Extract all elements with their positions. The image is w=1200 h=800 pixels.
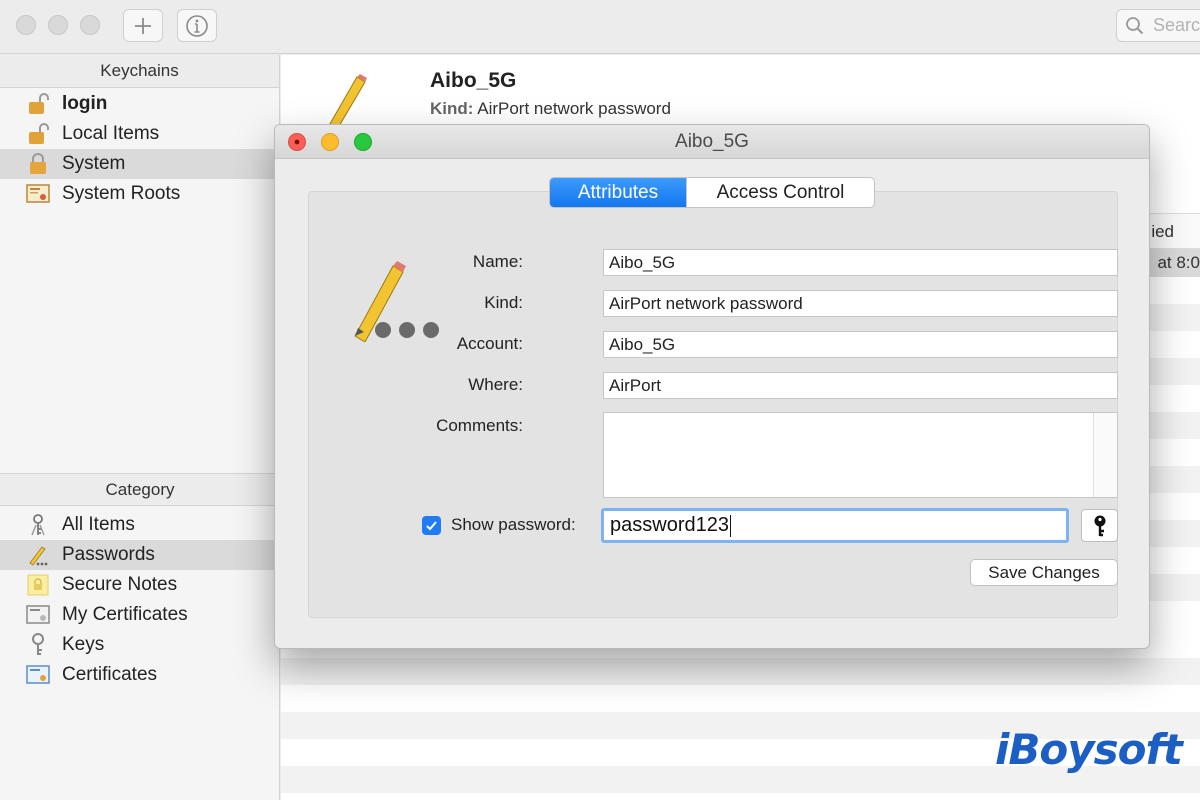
search-field[interactable]: Search [1116, 9, 1200, 42]
sidebar-item-label: Local Items [62, 123, 159, 145]
table-row [281, 658, 1200, 685]
comments-label: Comments: [436, 416, 523, 436]
show-password-checkbox[interactable] [422, 516, 441, 535]
item-kind: Kind: AirPort network password [430, 99, 671, 119]
name-field[interactable]: Aibo_5G [603, 249, 1118, 276]
minimize-window-button[interactable] [48, 15, 68, 35]
key-icon [1091, 514, 1109, 538]
password-assistant-button[interactable] [1081, 509, 1118, 542]
password-text: password123 [610, 514, 729, 536]
sidebar-item-label: System [62, 153, 125, 175]
pencil-icon [349, 252, 445, 342]
where-label: Where: [468, 375, 523, 395]
key-icon [26, 633, 50, 657]
window-toolbar: Search [0, 0, 1200, 54]
account-field[interactable]: Aibo_5G [603, 331, 1118, 358]
info-icon [185, 14, 209, 38]
zoom-window-button[interactable] [80, 15, 100, 35]
sidebar-item-label: System Roots [62, 183, 180, 205]
certificate-icon [26, 182, 50, 206]
sidebar-item-system[interactable]: System [0, 149, 279, 179]
unlocked-padlock-icon [26, 122, 50, 146]
locked-padlock-icon [26, 152, 50, 176]
sidebar-item-label: All Items [62, 514, 135, 536]
search-icon [1125, 16, 1145, 36]
item-title: Aibo_5G [430, 69, 516, 93]
name-label: Name: [473, 252, 523, 272]
password-field[interactable]: password123 [601, 508, 1069, 543]
kind-label: Kind: [484, 293, 523, 313]
checkmark-icon [425, 519, 438, 532]
sidebar-item-certificates[interactable]: Certificates [0, 660, 280, 690]
plus-icon [133, 16, 153, 36]
sidebar-item-login[interactable]: login [0, 89, 279, 119]
info-button[interactable] [177, 9, 217, 42]
show-password-label: Show password: [451, 515, 576, 535]
text-cursor [730, 515, 731, 537]
dialog-titlebar: Aibo_5G [275, 125, 1149, 159]
tab-access-control[interactable]: Access Control [686, 178, 874, 207]
add-item-button[interactable] [123, 9, 163, 42]
category-list: All Items Passwords Secure Notes My Cert… [0, 510, 280, 690]
where-field[interactable]: AirPort [603, 372, 1118, 399]
sidebar-item-my-certificates[interactable]: My Certificates [0, 600, 280, 630]
password-item-icon [349, 252, 445, 347]
sidebar-item-label: Certificates [62, 664, 157, 686]
all-items-icon [26, 513, 50, 537]
attributes-panel: Name: Aibo_5G Kind: AirPort network pass… [308, 191, 1118, 618]
secure-note-icon [26, 573, 50, 597]
sidebar-item-passwords[interactable]: Passwords [0, 540, 280, 570]
sidebar-item-label: login [62, 93, 107, 115]
dialog-title: Aibo_5G [275, 131, 1149, 153]
tab-attributes[interactable]: Attributes [550, 178, 686, 207]
category-header: Category [0, 473, 280, 506]
date-cell: at 8:0 [1157, 253, 1200, 273]
sidebar-item-label: My Certificates [62, 604, 188, 626]
dialog-tabs: Attributes Access Control [549, 177, 875, 208]
sidebar: Keychains login Local Items System Syste… [0, 55, 280, 800]
search-placeholder: Search [1153, 15, 1200, 36]
certificate-icon [26, 603, 50, 627]
account-label: Account: [457, 334, 523, 354]
item-info-dialog: Aibo_5G Attributes Access Control Name: … [274, 124, 1150, 649]
certificate-icon [26, 663, 50, 687]
comments-field[interactable] [603, 412, 1118, 498]
sidebar-item-keys[interactable]: Keys [0, 630, 280, 660]
column-header-date-modified[interactable]: ied [1151, 222, 1174, 242]
pencil-icon [26, 543, 50, 567]
item-kind-label: Kind: [430, 99, 473, 118]
close-window-button[interactable] [16, 15, 36, 35]
item-kind-value: AirPort network password [477, 99, 671, 118]
sidebar-item-label: Passwords [62, 544, 155, 566]
save-changes-button[interactable]: Save Changes [970, 559, 1118, 586]
kind-field[interactable]: AirPort network password [603, 290, 1118, 317]
sidebar-item-label: Keys [62, 634, 104, 656]
sidebar-item-secure-notes[interactable]: Secure Notes [0, 570, 280, 600]
iboysoft-watermark: iBoysoft [995, 725, 1182, 774]
sidebar-item-system-roots[interactable]: System Roots [0, 179, 279, 209]
keychains-header: Keychains [0, 55, 279, 88]
comments-scrollbar[interactable] [1093, 413, 1117, 497]
unlocked-padlock-icon [26, 92, 50, 116]
sidebar-item-label: Secure Notes [62, 574, 177, 596]
sidebar-item-local-items[interactable]: Local Items [0, 119, 279, 149]
sidebar-item-all-items[interactable]: All Items [0, 510, 280, 540]
